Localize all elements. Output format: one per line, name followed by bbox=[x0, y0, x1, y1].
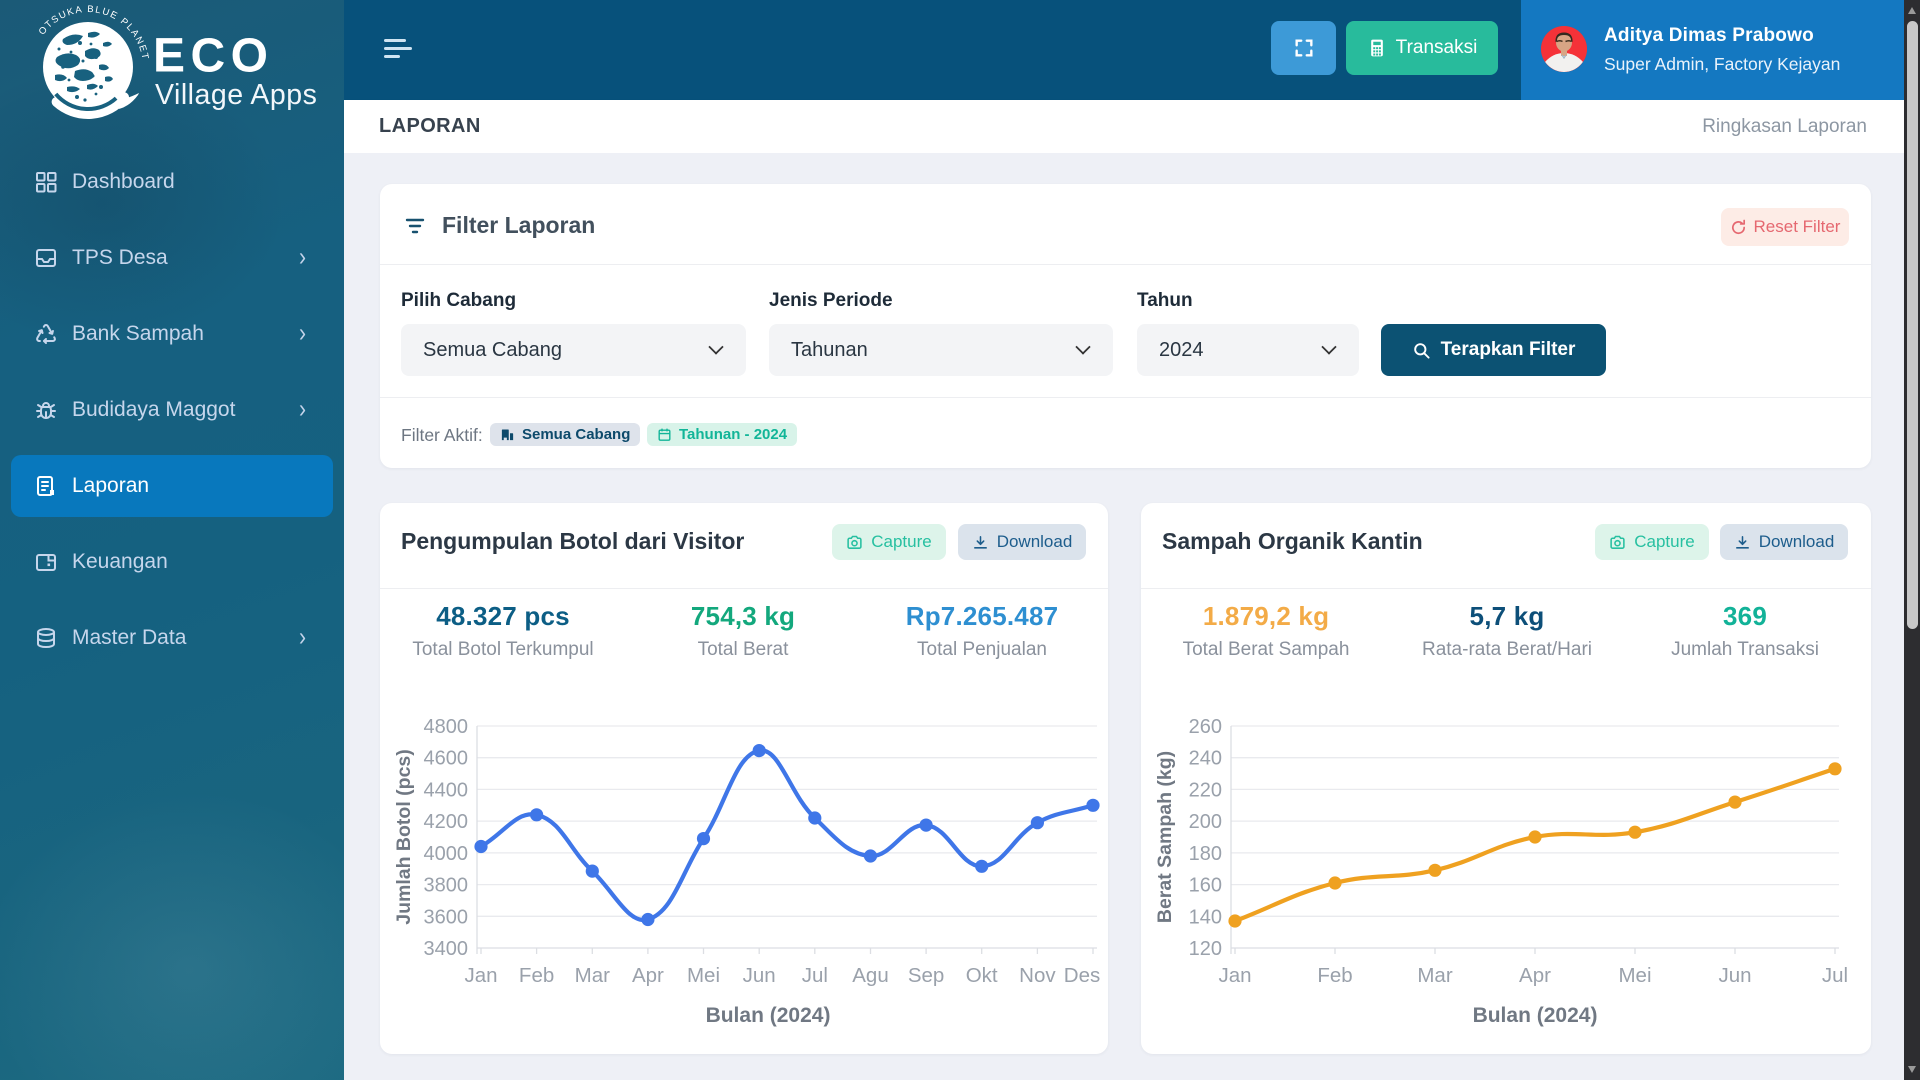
svg-text:ECO: ECO bbox=[153, 30, 274, 83]
svg-text:Mei: Mei bbox=[1618, 964, 1651, 987]
svg-text:Apr: Apr bbox=[1519, 964, 1551, 987]
svg-text:Okt: Okt bbox=[966, 964, 998, 987]
svg-text:Apr: Apr bbox=[632, 964, 664, 987]
svg-text:Jul: Jul bbox=[802, 964, 828, 987]
svg-text:Jumlah Botol (pcs): Jumlah Botol (pcs) bbox=[393, 749, 415, 925]
svg-text:Feb: Feb bbox=[1317, 964, 1352, 987]
svg-text:200: 200 bbox=[1189, 811, 1222, 833]
svg-text:Mar: Mar bbox=[575, 964, 610, 987]
svg-text:Berat Sampah (kg): Berat Sampah (kg) bbox=[1154, 751, 1176, 923]
svg-text:4800: 4800 bbox=[424, 716, 469, 738]
svg-text:Bulan (2024): Bulan (2024) bbox=[706, 1004, 831, 1027]
svg-text:220: 220 bbox=[1189, 779, 1222, 801]
svg-text:120: 120 bbox=[1189, 938, 1222, 960]
svg-text:Mar: Mar bbox=[1417, 964, 1452, 987]
svg-text:Village Apps: Village Apps bbox=[155, 79, 317, 111]
svg-text:Agu: Agu bbox=[852, 964, 888, 987]
svg-text:Jun: Jun bbox=[743, 964, 776, 987]
svg-text:180: 180 bbox=[1189, 843, 1222, 865]
svg-text:Nov: Nov bbox=[1019, 964, 1056, 987]
svg-text:Bulan (2024): Bulan (2024) bbox=[1473, 1004, 1598, 1027]
svg-text:3600: 3600 bbox=[424, 906, 469, 928]
svg-text:160: 160 bbox=[1189, 875, 1222, 897]
svg-text:260: 260 bbox=[1189, 716, 1222, 738]
svg-text:Mei: Mei bbox=[687, 964, 720, 987]
svg-text:4400: 4400 bbox=[424, 779, 469, 801]
svg-text:Jul: Jul bbox=[1822, 964, 1848, 987]
svg-text:3400: 3400 bbox=[424, 938, 469, 960]
svg-text:240: 240 bbox=[1189, 748, 1222, 770]
svg-text:Des: Des bbox=[1064, 964, 1100, 987]
svg-text:3800: 3800 bbox=[424, 875, 469, 897]
svg-text:4000: 4000 bbox=[424, 843, 469, 865]
svg-text:4600: 4600 bbox=[424, 748, 469, 770]
svg-text:Jan: Jan bbox=[1218, 964, 1251, 987]
svg-text:4200: 4200 bbox=[424, 811, 469, 833]
svg-text:Feb: Feb bbox=[519, 964, 554, 987]
svg-text:Sep: Sep bbox=[908, 964, 944, 987]
svg-text:140: 140 bbox=[1189, 906, 1222, 928]
svg-text:Jun: Jun bbox=[1718, 964, 1751, 987]
svg-text:Jan: Jan bbox=[464, 964, 497, 987]
